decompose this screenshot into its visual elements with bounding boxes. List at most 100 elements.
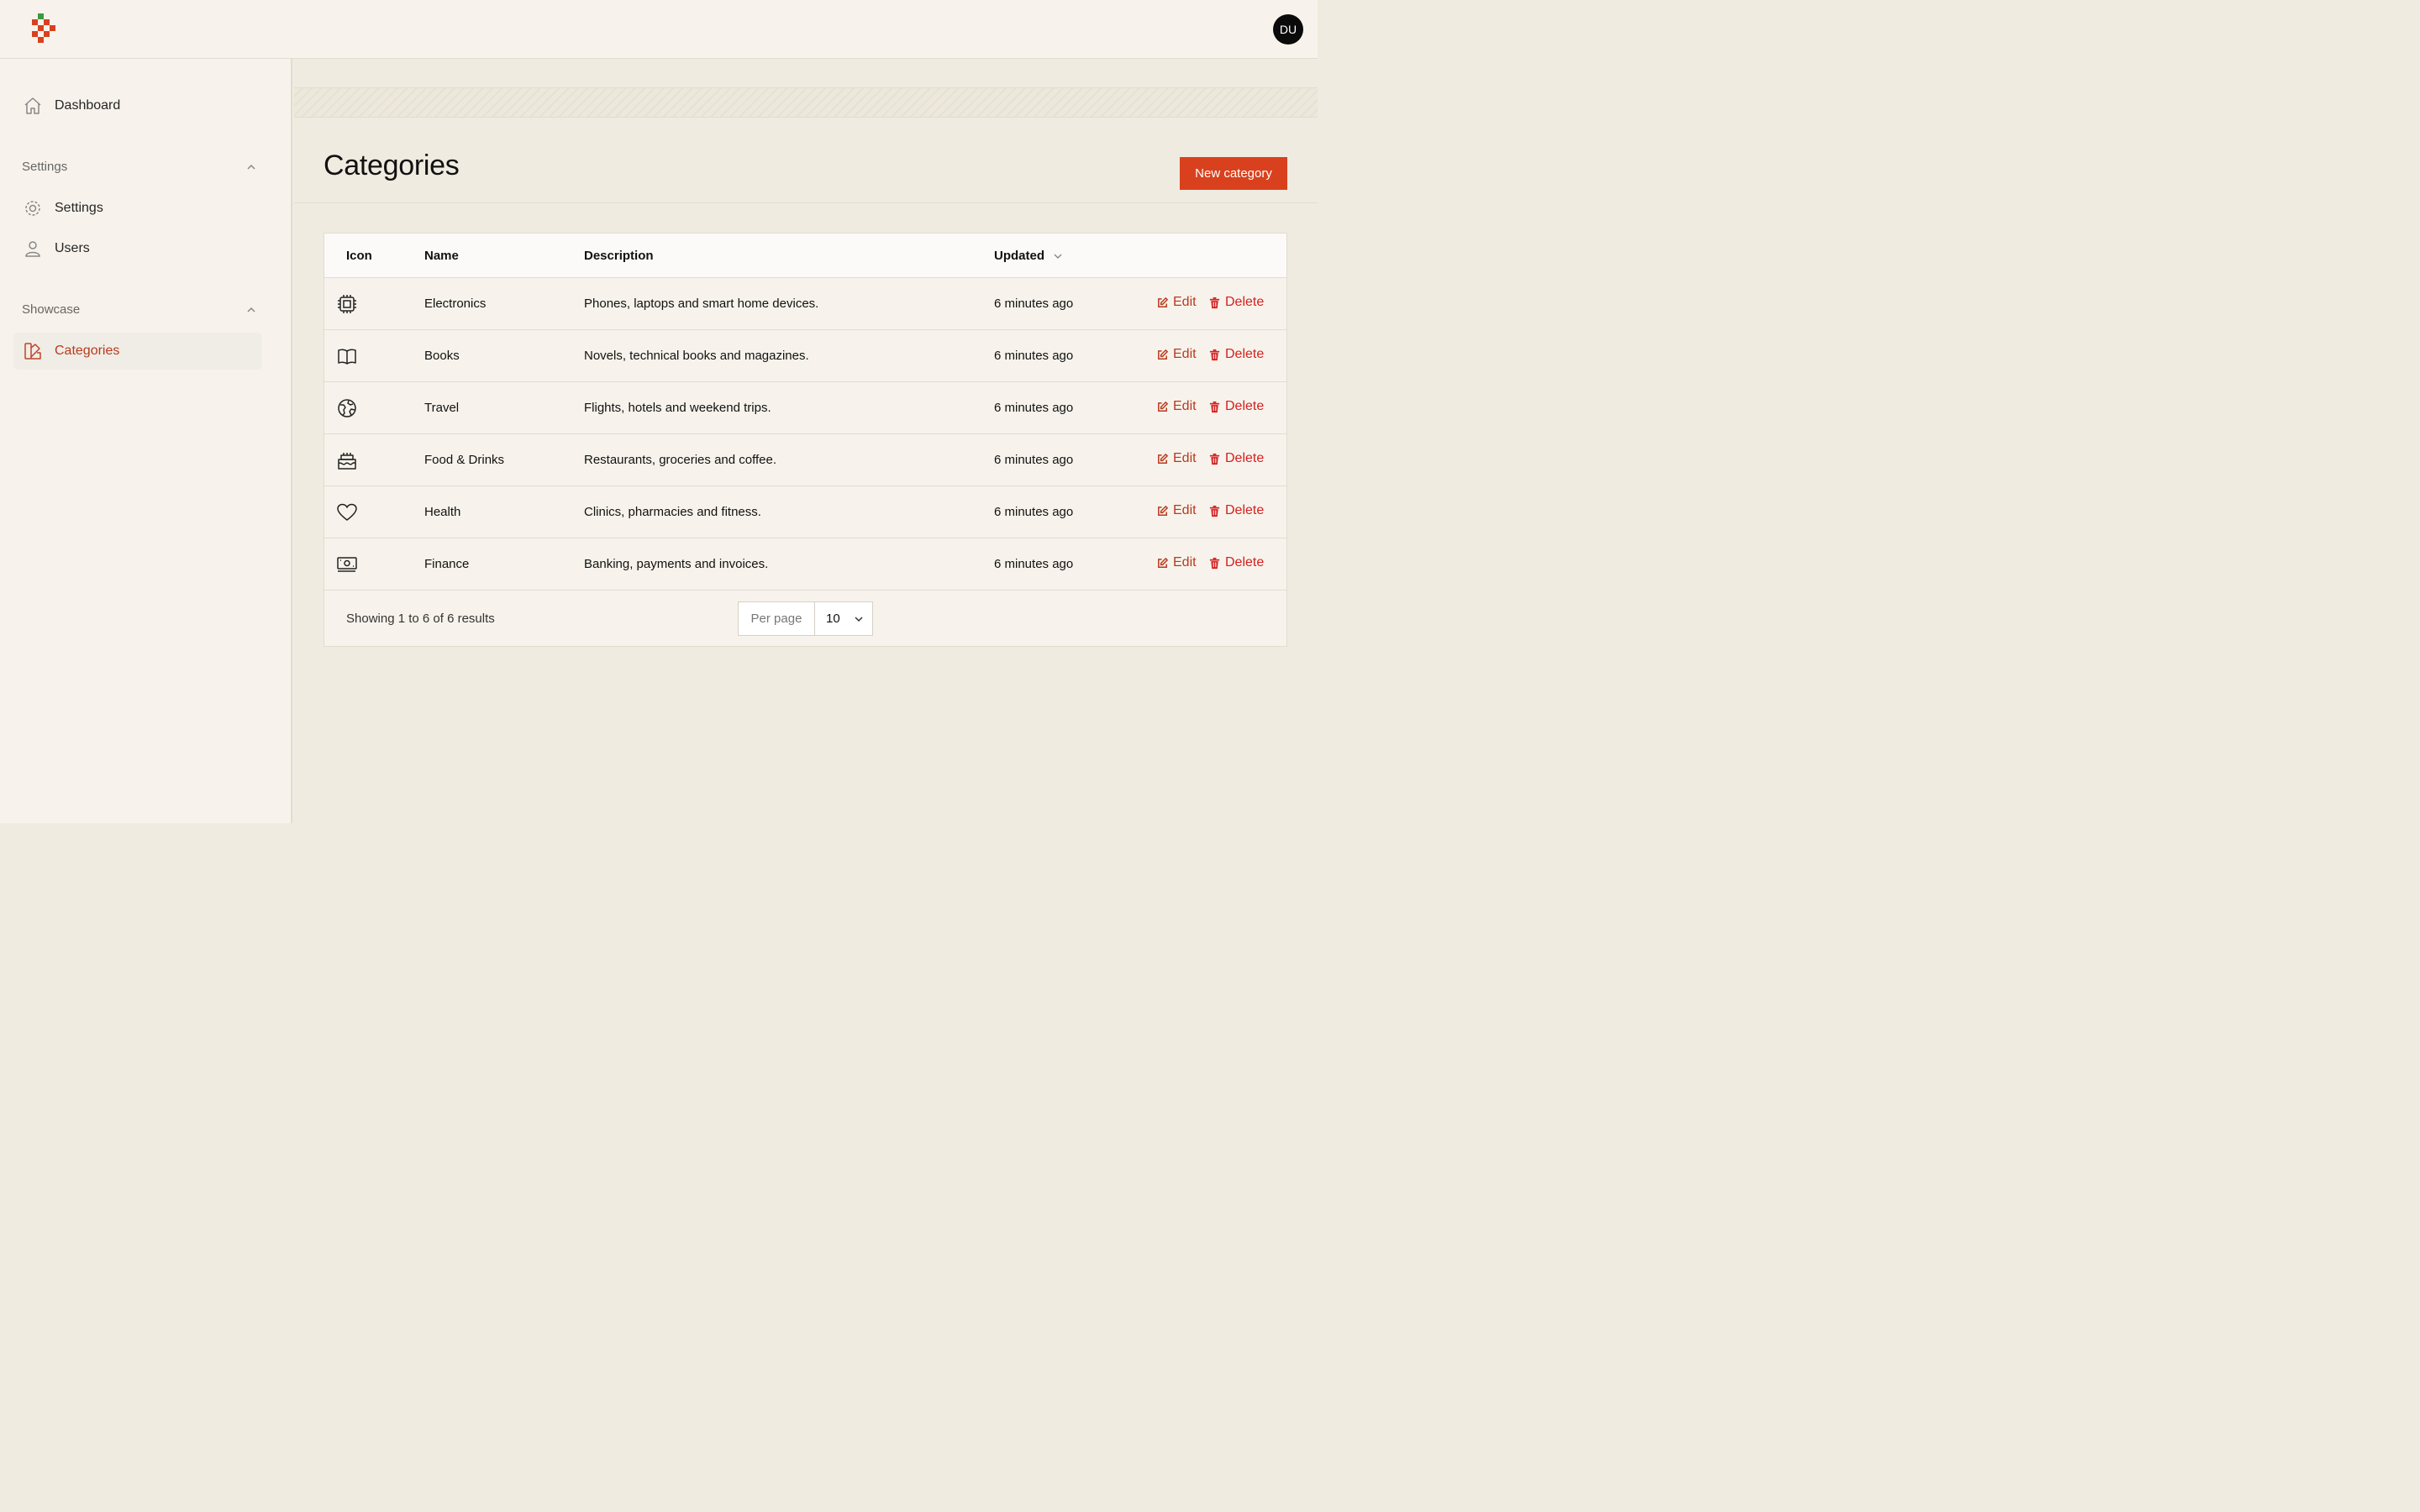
per-page-select[interactable]: Per page 10 (738, 601, 873, 636)
sidebar-item-categories[interactable]: Categories (13, 333, 262, 370)
delete-label: Delete (1225, 399, 1265, 413)
delete-button[interactable]: Delete (1208, 295, 1264, 310)
column-header-updated[interactable]: Updated (994, 249, 1063, 263)
banknotes-icon (337, 557, 357, 572)
pencil-square-icon (1158, 557, 1169, 568)
column-header-description: Description (584, 249, 654, 263)
category-description: Banking, payments and invoices. (584, 557, 769, 571)
table-footer: Showing 1 to 6 of 6 results Per page 10 (324, 591, 1286, 647)
edit-button[interactable]: Edit (1156, 503, 1197, 518)
category-name: Health (424, 505, 461, 519)
table-header: Icon Name Description Updated (324, 234, 1286, 278)
sidebar-item-settings[interactable]: Settings (13, 190, 262, 227)
pencil-square-icon (1158, 401, 1169, 412)
edit-label: Edit (1173, 555, 1197, 570)
table-row: Finance Banking, payments and invoices. … (324, 538, 1286, 591)
sidebar-group-showcase[interactable]: Showcase (22, 302, 257, 317)
categories-table: Icon Name Description Updated Electronic… (324, 233, 1287, 647)
sidebar-item-label: Categories (55, 344, 120, 358)
table-row: Electronics Phones, laptops and smart ho… (324, 278, 1286, 330)
main-content: Categories New category Icon Name Descri… (294, 59, 1318, 823)
edit-label: Edit (1173, 399, 1197, 413)
pencil-square-icon (1158, 453, 1169, 464)
category-name: Books (424, 349, 460, 363)
per-page-label: Per page (739, 602, 815, 635)
user-icon (22, 238, 44, 260)
table-row: Books Novels, technical books and magazi… (324, 330, 1286, 382)
category-updated: 6 minutes ago (994, 349, 1074, 363)
edit-label: Edit (1173, 347, 1197, 361)
category-updated: 6 minutes ago (994, 401, 1074, 415)
sidebar-item-dashboard[interactable]: Dashboard (13, 87, 262, 124)
category-name: Electronics (424, 297, 487, 311)
logo-icon[interactable] (31, 13, 58, 45)
per-page-selected: 10 (826, 612, 840, 626)
home-icon (22, 95, 44, 117)
top-bar: DU (0, 0, 1318, 59)
category-name: Food & Drinks (424, 453, 505, 467)
trash-icon (1209, 349, 1220, 360)
column-header-name: Name (424, 249, 459, 263)
delete-label: Delete (1225, 451, 1265, 465)
edit-label: Edit (1173, 451, 1197, 465)
sidebar-item-users[interactable]: Users (13, 230, 262, 267)
sidebar-group-settings[interactable]: Settings (22, 160, 257, 174)
edit-label: Edit (1173, 295, 1197, 309)
edit-button[interactable]: Edit (1156, 451, 1197, 466)
delete-label: Delete (1225, 503, 1265, 517)
pencil-square-icon (1158, 505, 1169, 516)
sidebar-item-label: Users (55, 241, 90, 255)
category-updated: 6 minutes ago (994, 505, 1074, 519)
sidebar: Dashboard Settings Settings Users Showca… (0, 59, 292, 823)
page-header: Categories New category (294, 118, 1318, 203)
delete-label: Delete (1225, 295, 1265, 309)
sidebar-item-label: Settings (55, 201, 103, 215)
delete-button[interactable]: Delete (1208, 503, 1264, 518)
category-name: Finance (424, 557, 470, 571)
column-header-label: Updated (994, 249, 1044, 263)
group-label: Settings (22, 160, 68, 174)
trash-icon (1209, 297, 1220, 308)
column-header-icon: Icon (346, 249, 372, 263)
edit-button[interactable]: Edit (1156, 295, 1197, 310)
chevron-up-icon (247, 164, 255, 170)
table-row: Travel Flights, hotels and weekend trips… (324, 382, 1286, 434)
chip-icon (338, 295, 356, 313)
edit-label: Edit (1173, 503, 1197, 517)
page-title: Categories (324, 150, 460, 181)
category-description: Flights, hotels and weekend trips. (584, 401, 771, 415)
trash-icon (1209, 557, 1220, 569)
swatch-icon (22, 340, 44, 362)
cake-icon (338, 453, 356, 470)
chevron-down-icon (1054, 254, 1062, 259)
gear-icon (22, 197, 44, 219)
trash-icon (1209, 453, 1220, 465)
category-description: Restaurants, groceries and coffee. (584, 453, 777, 467)
category-updated: 6 minutes ago (994, 297, 1074, 311)
decorative-stripe (294, 87, 1318, 118)
results-summary: Showing 1 to 6 of 6 results (346, 612, 495, 626)
chevron-down-icon (855, 616, 863, 622)
trash-icon (1209, 505, 1220, 517)
new-category-button[interactable]: New category (1180, 157, 1287, 190)
group-label: Showcase (22, 302, 81, 317)
heart-icon (337, 503, 357, 521)
category-updated: 6 minutes ago (994, 453, 1074, 467)
category-description: Clinics, pharmacies and fitness. (584, 505, 761, 519)
category-updated: 6 minutes ago (994, 557, 1074, 571)
sidebar-item-label: Dashboard (55, 98, 121, 113)
globe-icon (338, 399, 356, 417)
avatar[interactable]: DU (1273, 14, 1303, 45)
delete-button[interactable]: Delete (1208, 399, 1264, 414)
table-row: Food & Drinks Restaurants, groceries and… (324, 434, 1286, 486)
delete-button[interactable]: Delete (1208, 555, 1264, 570)
edit-button[interactable]: Edit (1156, 347, 1197, 362)
per-page-value[interactable]: 10 (815, 602, 872, 635)
category-description: Phones, laptops and smart home devices. (584, 297, 819, 311)
delete-label: Delete (1225, 347, 1265, 361)
edit-button[interactable]: Edit (1156, 399, 1197, 414)
pencil-square-icon (1158, 297, 1169, 307)
edit-button[interactable]: Edit (1156, 555, 1197, 570)
delete-button[interactable]: Delete (1208, 347, 1264, 362)
delete-button[interactable]: Delete (1208, 451, 1264, 466)
